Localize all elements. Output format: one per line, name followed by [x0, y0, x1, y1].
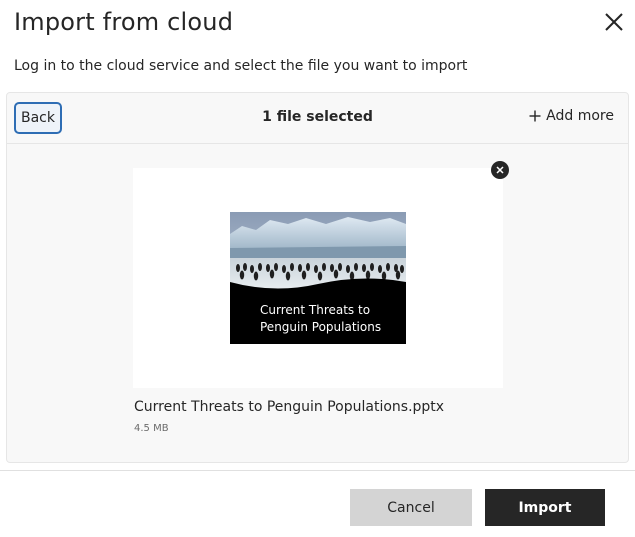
close-circle-icon: [496, 166, 504, 174]
footer-divider: [0, 470, 635, 471]
cancel-button[interactable]: Cancel: [350, 489, 472, 526]
add-more-button[interactable]: Add more: [529, 108, 614, 124]
plus-icon: [529, 110, 541, 122]
thumbnail-caption: Current Threats to Penguin Populations: [260, 303, 382, 334]
close-icon: [605, 13, 623, 31]
remove-file-button[interactable]: [491, 161, 509, 179]
add-more-label: Add more: [546, 108, 614, 124]
close-button[interactable]: [600, 8, 628, 36]
penguin-photo: [230, 212, 406, 290]
file-panel: Back 1 file selected Add more Current Th…: [6, 92, 629, 463]
panel-header: Back 1 file selected Add more: [7, 93, 628, 144]
import-button[interactable]: Import: [485, 489, 605, 526]
dialog-subtitle: Log in to the cloud service and select t…: [14, 58, 468, 74]
back-button[interactable]: Back: [14, 102, 62, 134]
file-preview-card: Current Threats to Penguin Populations: [133, 168, 503, 388]
file-size: 4.5 MB: [134, 423, 169, 434]
file-name: Current Threats to Penguin Populations.p…: [134, 399, 445, 415]
dialog-title: Import from cloud: [14, 8, 234, 36]
file-thumbnail: Current Threats to Penguin Populations: [230, 212, 406, 344]
